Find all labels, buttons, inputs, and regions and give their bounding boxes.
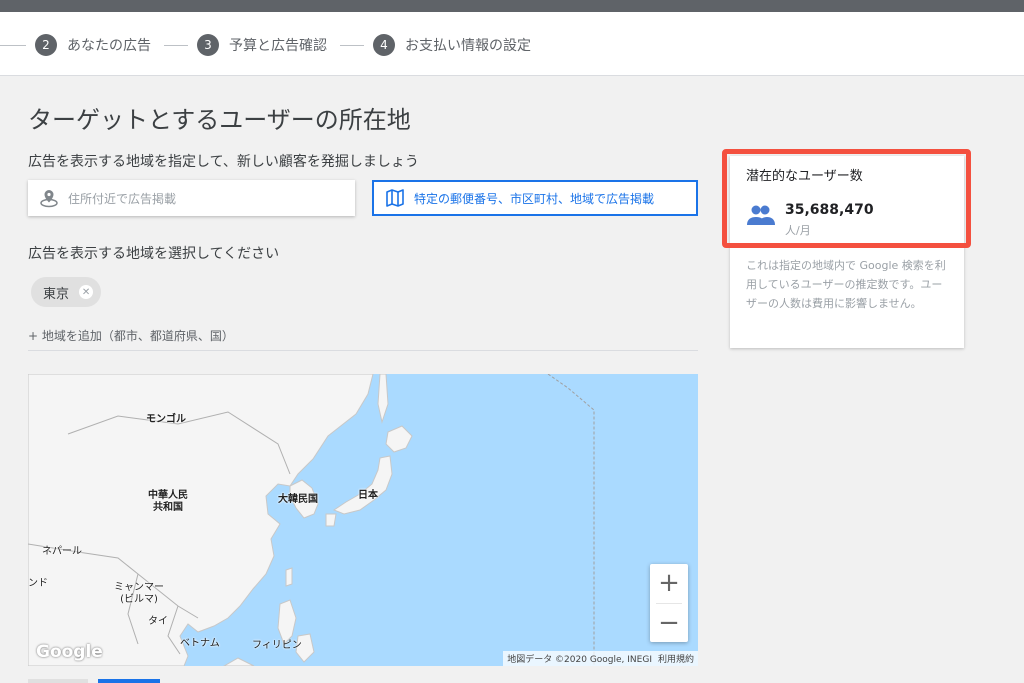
map-label-china: 中華人民 共和国 <box>148 490 188 513</box>
step-3[interactable]: 3 予算と広告確認 <box>197 32 327 58</box>
step-number: 3 <box>197 34 219 56</box>
chip-label: 東京 <box>43 286 70 302</box>
map-label-india: ンド <box>28 578 48 589</box>
next-button[interactable] <box>98 679 160 683</box>
step-number: 2 <box>35 34 57 56</box>
step-2[interactable]: 2 あなたの広告 <box>35 32 151 58</box>
map-label-thailand: タイ <box>148 616 168 627</box>
select-region-prompt: 広告を表示する地域を選択してください <box>28 246 280 262</box>
step-connector <box>164 45 188 46</box>
top-bar <box>0 0 1024 12</box>
nearby-address-option[interactable]: 住所付近で広告掲載 <box>28 180 355 216</box>
map-label-philippines: フィリピン <box>252 640 302 651</box>
nearby-address-label: 住所付近で広告掲載 <box>68 191 177 206</box>
step-label: あなたの広告 <box>67 38 151 54</box>
remove-chip-icon[interactable]: ✕ <box>79 285 94 299</box>
add-location-link[interactable]: + 地域を追加（都市、都道府県、国） <box>28 327 234 344</box>
map-label-nepal: ネパール <box>42 546 82 557</box>
specific-region-label: 特定の郵便番号、市区町村、地域で広告掲載 <box>414 191 655 206</box>
map-label-mongolia: モンゴル <box>146 414 186 425</box>
google-logo: Google <box>36 642 103 662</box>
back-button[interactable] <box>28 679 88 683</box>
selected-location-chip: 東京 ✕ <box>31 277 102 307</box>
step-connector <box>0 45 26 46</box>
step-connector <box>340 45 364 46</box>
map-label-vietnam: ベトナム <box>180 638 220 649</box>
terms-link[interactable]: 利用規約 <box>658 652 694 665</box>
location-instruction: 広告を表示する地域を指定して、新しい顧客を発掘しましょう <box>28 154 419 170</box>
step-number: 4 <box>373 34 395 56</box>
page-title: ターゲットとするユーザーの所在地 <box>28 106 411 134</box>
map-canvas <box>28 374 595 666</box>
location-map[interactable]: モンゴル 中華人民 共和国 大韓民国 日本 ネパール ンド ミャンマー (ビルマ… <box>28 374 698 666</box>
zoom-in-button[interactable]: + <box>650 564 688 602</box>
step-label: 予算と広告確認 <box>229 38 327 54</box>
step-4[interactable]: 4 お支払い情報の設定 <box>373 32 531 58</box>
specific-region-option[interactable]: 特定の郵便番号、市区町村、地域で広告掲載 <box>372 180 698 216</box>
map-attribution: 地図データ ©2020 Google, INEGI 利用規約 <box>503 651 698 666</box>
audience-title: 潜在的なユーザー数 <box>746 169 863 184</box>
map-data-credit: 地図データ ©2020 Google, INEGI <box>507 655 652 665</box>
map-icon <box>384 187 406 209</box>
zoom-out-button[interactable]: − <box>650 604 688 642</box>
highlight-box <box>722 149 971 248</box>
step-label: お支払い情報の設定 <box>405 38 531 54</box>
audience-count: 35,688,470 <box>785 202 874 218</box>
audience-description: これは指定の地域内で Google 検索を利用しているユーザーの推定数です。ユー… <box>746 259 946 310</box>
map-label-myanmar: ミャンマー (ビルマ) <box>114 582 164 605</box>
users-icon <box>746 203 776 231</box>
add-location-underline <box>28 350 698 351</box>
audience-unit: 人/月 <box>785 224 811 237</box>
map-label-korea: 大韓民国 <box>278 494 318 505</box>
progress-stepper: 2 あなたの広告 3 予算と広告確認 4 お支払い情報の設定 <box>0 12 1024 76</box>
map-label-japan: 日本 <box>358 490 378 501</box>
location-pin-icon <box>38 187 60 209</box>
zoom-controls: + − <box>650 564 688 642</box>
